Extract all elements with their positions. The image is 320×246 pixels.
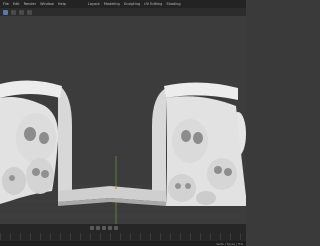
menu-file[interactable]: File bbox=[3, 2, 9, 6]
playback-controls bbox=[90, 226, 118, 230]
next-keyframe-icon[interactable] bbox=[108, 226, 112, 230]
tab-modeling[interactable]: Modeling bbox=[104, 2, 120, 6]
play-icon[interactable] bbox=[102, 226, 106, 230]
move-tool-icon[interactable] bbox=[11, 9, 16, 15]
3d-viewport[interactable] bbox=[0, 16, 246, 224]
viewport-scene bbox=[0, 80, 246, 224]
jump-end-icon[interactable] bbox=[114, 226, 118, 230]
scale-tool-icon[interactable] bbox=[27, 9, 32, 15]
top-menu-bar: File Edit Render Window Help Layout Mode… bbox=[0, 0, 246, 8]
rotate-tool-icon[interactable] bbox=[19, 9, 24, 15]
jump-start-icon[interactable] bbox=[90, 226, 94, 230]
left-bookend-model[interactable] bbox=[0, 80, 110, 206]
select-tool-icon[interactable] bbox=[3, 9, 8, 15]
menu-render[interactable]: Render bbox=[24, 2, 36, 6]
status-bar: Verts | Faces | Tris bbox=[0, 241, 246, 246]
menu-window[interactable]: Window bbox=[40, 2, 54, 6]
frame-ruler[interactable] bbox=[0, 233, 246, 240]
tab-sculpting[interactable]: Sculpting bbox=[124, 2, 140, 6]
status-text: Verts | Faces | Tris bbox=[216, 241, 243, 246]
right-bookend-model[interactable] bbox=[110, 82, 246, 206]
timeline-panel: Verts | Faces | Tris bbox=[0, 224, 246, 246]
prev-keyframe-icon[interactable] bbox=[96, 226, 100, 230]
viewport-header bbox=[0, 8, 246, 16]
tab-layout[interactable]: Layout bbox=[88, 2, 100, 6]
menu-edit[interactable]: Edit bbox=[13, 2, 20, 6]
tab-uv-editing[interactable]: UV Editing bbox=[144, 2, 162, 6]
tab-shading[interactable]: Shading bbox=[166, 2, 180, 6]
origin-marker bbox=[114, 186, 118, 190]
menu-help[interactable]: Help bbox=[58, 2, 66, 6]
